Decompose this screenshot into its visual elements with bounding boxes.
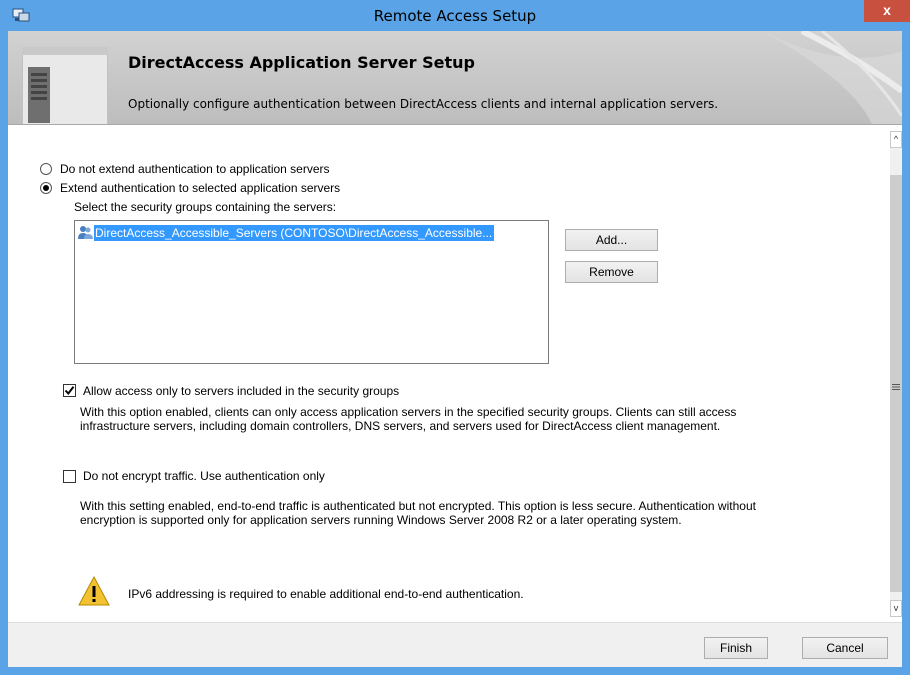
scroll-up-arrow[interactable]: ^ <box>890 131 902 148</box>
radio-selected-dot <box>43 185 49 191</box>
allow-access-desc-line2: infrastructure servers, including domain… <box>80 419 721 433</box>
page-title: DirectAccess Application Server Setup <box>128 53 475 72</box>
title-bar[interactable]: Remote Access Setup x <box>0 0 910 31</box>
checkmark-icon <box>64 386 75 396</box>
group-icon <box>78 226 93 239</box>
warning-text: IPv6 addressing is required to enable ad… <box>128 587 524 601</box>
page-subtitle: Optionally configure authentication betw… <box>128 97 719 111</box>
cancel-button[interactable]: Cancel <box>802 637 888 659</box>
dialog-client-area: DirectAccess Application Server Setup Op… <box>8 31 902 667</box>
radio-extend-label[interactable]: Extend authentication to selected applic… <box>60 181 340 195</box>
list-item[interactable]: DirectAccess_Accessible_Servers (CONTOSO… <box>77 224 495 241</box>
security-groups-list[interactable]: DirectAccess_Accessible_Servers (CONTOSO… <box>74 220 549 364</box>
finish-button[interactable]: Finish <box>704 637 768 659</box>
server-icon <box>22 47 108 124</box>
allow-access-desc-line1: With this option enabled, clients can on… <box>80 405 737 419</box>
warning-icon <box>78 576 110 606</box>
content-scrollbar[interactable]: ^ v <box>890 131 902 617</box>
remote-access-setup-window: Remote Access Setup x DirectAccess Appli… <box>0 0 910 675</box>
radio-no-extend-label[interactable]: Do not extend authentication to applicat… <box>60 162 330 176</box>
wizard-content: Do not extend authentication to applicat… <box>8 125 890 621</box>
allow-access-checkbox[interactable] <box>63 384 76 397</box>
list-item-label[interactable]: DirectAccess_Accessible_Servers (CONTOSO… <box>94 224 495 241</box>
window-title: Remote Access Setup <box>373 7 537 25</box>
grip-icon <box>892 384 900 390</box>
allow-access-description: With this option enabled, clients can on… <box>80 405 820 433</box>
remove-button[interactable]: Remove <box>565 261 658 283</box>
dialog-footer: Finish Cancel <box>8 622 902 667</box>
add-button[interactable]: Add... <box>565 229 658 251</box>
security-groups-label: Select the security groups containing th… <box>74 200 337 214</box>
no-encrypt-label[interactable]: Do not encrypt traffic. Use authenticati… <box>83 469 325 483</box>
allow-access-label[interactable]: Allow access only to servers included in… <box>83 384 399 398</box>
no-encrypt-checkbox[interactable] <box>63 470 76 483</box>
radio-no-extend[interactable] <box>40 163 52 175</box>
no-encrypt-desc-line2: encryption is supported only for applica… <box>80 513 682 527</box>
header-decoration <box>762 31 902 124</box>
no-encrypt-description: With this setting enabled, end-to-end tr… <box>80 499 820 527</box>
scroll-down-arrow[interactable]: v <box>890 600 902 617</box>
no-encrypt-desc-line1: With this setting enabled, end-to-end tr… <box>80 499 756 513</box>
scroll-thumb[interactable] <box>890 175 902 592</box>
wizard-header: DirectAccess Application Server Setup Op… <box>8 31 902 125</box>
radio-extend[interactable] <box>40 182 52 194</box>
close-button[interactable]: x <box>864 0 910 22</box>
